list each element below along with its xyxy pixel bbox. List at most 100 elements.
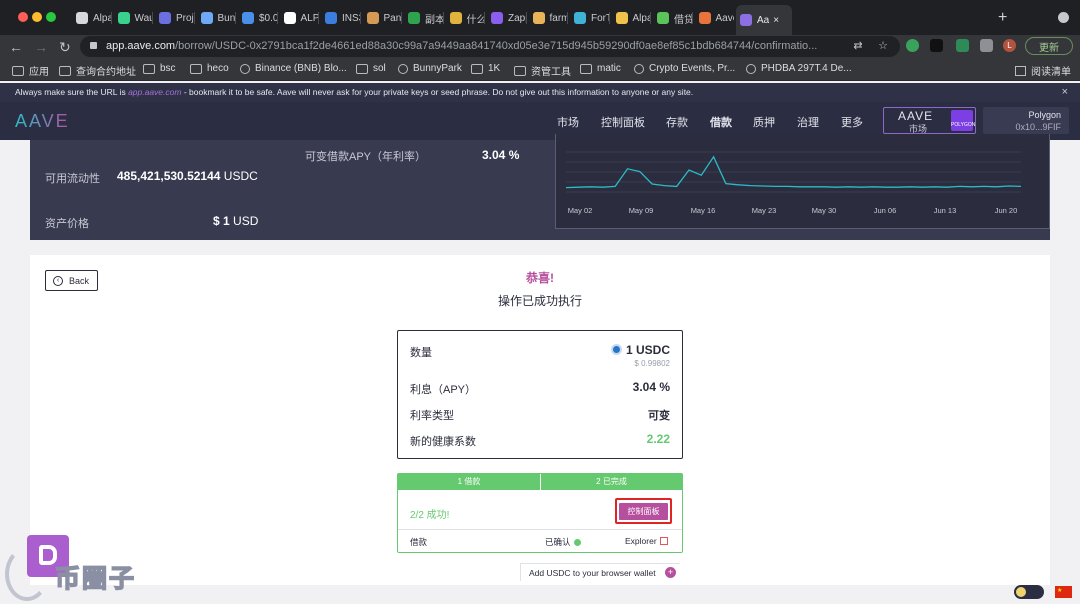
- browser-tab[interactable]: 借贷-: [653, 6, 693, 30]
- bookmark-item[interactable]: BunnyPark: [398, 63, 462, 74]
- bookmark-item[interactable]: matic: [580, 63, 621, 74]
- nav-item[interactable]: 借款: [710, 114, 732, 130]
- tab-label: ForTu: [591, 12, 610, 24]
- bookmark-item[interactable]: 1K: [471, 63, 500, 74]
- bookmark-folder-icon: [240, 63, 250, 74]
- extension-wave-icon[interactable]: [930, 39, 943, 52]
- tab-label: Bunn: [217, 12, 237, 24]
- close-icon[interactable]: ×: [1062, 83, 1068, 102]
- nav-item[interactable]: 质押: [753, 114, 775, 130]
- tab-separator: [318, 12, 319, 24]
- wallet-button[interactable]: Polygon 0x10...9FIF: [983, 107, 1069, 134]
- tab-favicon-icon: [657, 12, 669, 24]
- browser-tab[interactable]: Bunn: [197, 6, 237, 30]
- step-foot-action: 借款: [410, 537, 428, 547]
- bookmark-item[interactable]: 资管工具: [514, 63, 571, 78]
- browser-tab[interactable]: Proje: [155, 6, 195, 30]
- chart-x-tick-label: May 30: [812, 206, 837, 215]
- browser-tab[interactable]: $0.0: [238, 6, 278, 30]
- browser-tab[interactable]: Aave: [695, 6, 734, 30]
- bookmark-item[interactable]: 应用: [12, 63, 49, 78]
- minimize-window-button[interactable]: [32, 12, 42, 22]
- reading-list-button[interactable]: 阅读清单: [1015, 63, 1071, 78]
- bookmark-label: Crypto Events, Pr...: [649, 63, 736, 74]
- tab-separator: [442, 12, 444, 24]
- update-button[interactable]: 更新: [1025, 37, 1073, 55]
- interest-value: 3.04 %: [632, 380, 670, 394]
- dashboard-button[interactable]: 控制面板: [619, 503, 668, 520]
- bookmark-folder-icon: [356, 63, 368, 74]
- bookmark-label: 1K: [488, 63, 501, 74]
- extension-wallet-icon[interactable]: [956, 39, 969, 52]
- tab-separator: [608, 12, 610, 24]
- maximize-window-button[interactable]: [46, 12, 56, 22]
- browser-tab[interactable]: INS3: [321, 6, 361, 30]
- wallet-address: 0x10...9FIF: [1015, 122, 1061, 132]
- address-bar[interactable]: app.aave.com/borrow/USDC-0x2791bca1f2de4…: [80, 36, 900, 57]
- tab-favicon-icon: [117, 12, 130, 24]
- theme-toggle[interactable]: [1014, 585, 1044, 599]
- bookmark-item[interactable]: sol: [356, 63, 386, 74]
- profile-avatar[interactable]: L: [1003, 39, 1016, 52]
- add-token-label: Add USDC to your browser wallet: [529, 568, 656, 578]
- step-foot-status: 已确认: [545, 536, 581, 548]
- browser-tab[interactable]: Zapp: [487, 6, 527, 30]
- rate-history-chart: May 02 May 09 May 16 May 23 May 30 Jun 06 Jun …: [555, 134, 1050, 229]
- transaction-steps: 1 借款 2 已完成 2/2 成功! 控制面板 借款 已确认 Explorer: [397, 473, 683, 553]
- nav-item[interactable]: 市场: [557, 114, 579, 130]
- tab-favicon-icon: [740, 14, 752, 26]
- close-window-button[interactable]: [18, 12, 28, 22]
- close-tab-icon[interactable]: ×: [773, 15, 779, 26]
- reading-list-icon: [1015, 65, 1026, 76]
- dashboard-button-highlight: 控制面板: [615, 498, 672, 524]
- add-token-button[interactable]: Add USDC to your browser wallet +: [520, 563, 680, 581]
- url-text[interactable]: app.aave.com/borrow/USDC-0x2791bca1f2de4…: [106, 40, 846, 52]
- nav-item[interactable]: 更多: [841, 114, 863, 130]
- aave-logo[interactable]: AAVE: [15, 111, 70, 132]
- browser-tab[interactable]: Panc: [363, 6, 402, 30]
- tab-search-icon[interactable]: [1058, 12, 1069, 23]
- extension-green-icon[interactable]: [906, 39, 919, 52]
- notice-link[interactable]: app.aave.com: [128, 87, 181, 97]
- extensions-puzzle-icon[interactable]: [980, 39, 993, 52]
- forward-arrow-icon[interactable]: →: [34, 38, 48, 56]
- browser-tab[interactable]: Aa ×: [736, 5, 792, 35]
- browser-tab[interactable]: ALPA: [280, 6, 319, 30]
- chart-x-tick-label: May 02: [568, 206, 593, 215]
- chart-x-tick-label: May 23: [752, 206, 777, 215]
- bookmark-item[interactable]: bsc: [143, 63, 176, 74]
- browser-tab[interactable]: Alpac: [72, 6, 112, 30]
- explorer-link[interactable]: Explorer: [625, 536, 668, 546]
- bookmark-label: 查询合约地址: [76, 67, 136, 78]
- bookmark-item[interactable]: PHDBA 297T.4 De...: [746, 63, 852, 74]
- browser-tab[interactable]: ForTu: [570, 6, 610, 30]
- nav-item[interactable]: 治理: [797, 114, 819, 130]
- bookmark-folder-icon: [12, 65, 24, 76]
- bookmark-item[interactable]: 查询合约地址: [59, 63, 136, 78]
- market-selector[interactable]: AAVE 市场 POLYGON: [883, 107, 976, 134]
- browser-tab[interactable]: farm.: [529, 6, 568, 30]
- browser-tab[interactable]: Wault: [114, 6, 153, 30]
- bookmarks-bar: 应用 查询合约地址 bsc heco Binance (BNB) Blo... sol Bu…: [0, 59, 1080, 81]
- browser-tab[interactable]: 什么是: [446, 6, 485, 30]
- bookmark-star-icon[interactable]: ☆: [877, 40, 889, 52]
- translate-icon[interactable]: ⇄: [852, 40, 864, 52]
- tab-favicon-icon: [698, 12, 711, 24]
- tab-favicon-icon: [574, 12, 586, 24]
- tab-label: Alpac: [632, 12, 652, 24]
- price-label: 资产价格: [45, 218, 89, 230]
- bookmark-item[interactable]: Binance (BNB) Blo...: [240, 63, 347, 74]
- language-flag-icon[interactable]: ★: [1055, 586, 1072, 598]
- back-arrow-icon[interactable]: ←: [9, 38, 23, 56]
- tab-separator: [110, 12, 112, 24]
- new-tab-button[interactable]: +: [998, 9, 1007, 27]
- browser-tab[interactable]: Alpac: [612, 6, 652, 30]
- browser-tab[interactable]: 副本-: [404, 6, 444, 30]
- tab-label: Alpac: [93, 12, 112, 24]
- nav-item[interactable]: 存款: [666, 114, 688, 130]
- tab-separator: [193, 12, 195, 24]
- nav-item[interactable]: 控制面板: [601, 114, 645, 130]
- reload-icon[interactable]: ↻: [59, 38, 71, 56]
- bookmark-item[interactable]: heco: [190, 63, 229, 74]
- bookmark-item[interactable]: Crypto Events, Pr...: [634, 63, 735, 74]
